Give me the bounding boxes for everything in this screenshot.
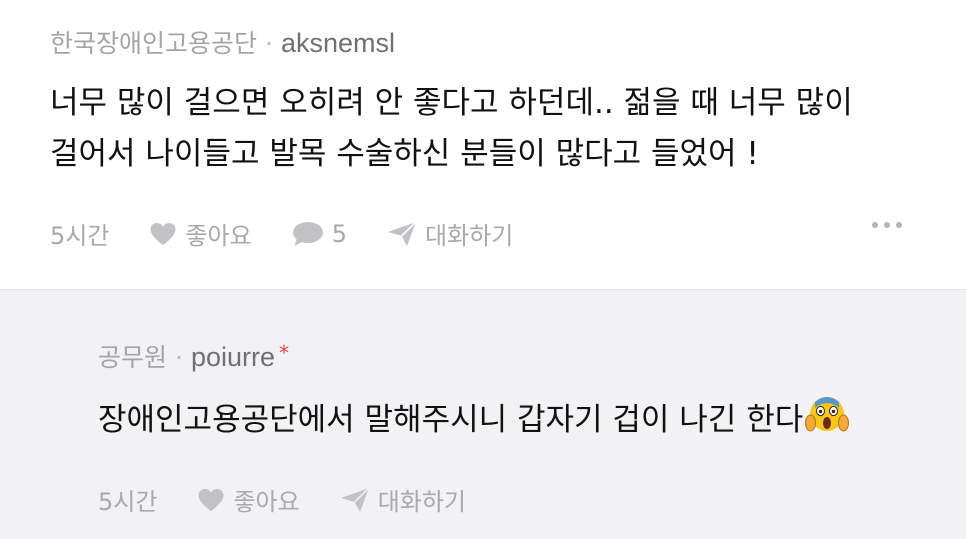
author-nickname[interactable]: aksnemsl [281, 28, 395, 59]
chat-label: 대화하기 [377, 488, 467, 516]
author-organization[interactable]: 한국장애인고용공단 [50, 24, 257, 60]
author-nickname[interactable]: poiurre [191, 342, 275, 373]
heart-icon [198, 488, 224, 511]
chat-button[interactable]: 대화하기 [340, 482, 466, 517]
reply-author-line: 공무원 · poiurre * [98, 338, 289, 374]
like-button[interactable]: 좋아요 [197, 482, 300, 517]
dot [872, 222, 878, 228]
chat-button[interactable]: 대화하기 [387, 216, 513, 251]
speech-bubble-icon [292, 221, 323, 246]
comment-card: 한국장애인고용공단 · aksnemsl 너무 많이 걸으면 오히려 안 좋다고… [0, 0, 966, 290]
author-organization[interactable]: 공무원 [98, 338, 167, 374]
paper-plane-icon [387, 220, 417, 246]
reply-card: 공무원 · poiurre * 장애인고용공단에서 말해주시니 갑자기 겁이 나… [0, 290, 966, 539]
comment-author-line: 한국장애인고용공단 · aksnemsl [50, 24, 395, 60]
dot [896, 222, 902, 228]
more-options-button[interactable] [872, 222, 902, 228]
like-label: 좋아요 [185, 222, 252, 250]
heart-icon [150, 222, 176, 245]
meta-separator: · [175, 343, 183, 372]
paper-plane-icon [340, 486, 370, 512]
comment-actions: 5시간 좋아요 5 대화하기 [50, 216, 513, 251]
reply-text-line: 장애인고용공단에서 말해주시니 갑자기 겁이 나긴 한다 [98, 394, 938, 446]
like-label: 좋아요 [233, 488, 300, 516]
reply-count-button[interactable]: 5 [292, 220, 347, 248]
screaming-face-icon [805, 397, 850, 432]
dot [884, 222, 890, 228]
reply-text: 장애인고용공단에서 말해주시니 갑자기 겁이 나긴 한다 [98, 402, 804, 438]
author-mark: * [279, 341, 290, 365]
comment-time: 5시간 [50, 222, 110, 250]
reply-actions: 5시간 좋아요 대화하기 [98, 482, 466, 517]
reply-count: 5 [331, 219, 347, 248]
meta-separator: · [265, 29, 273, 58]
chat-label: 대화하기 [424, 222, 514, 250]
reply-time: 5시간 [98, 488, 158, 516]
comment-text: 너무 많이 걸으면 오히려 안 좋다고 하던데.. 젊을 때 너무 많이 걸어서… [50, 85, 853, 172]
like-button[interactable]: 좋아요 [149, 216, 252, 251]
